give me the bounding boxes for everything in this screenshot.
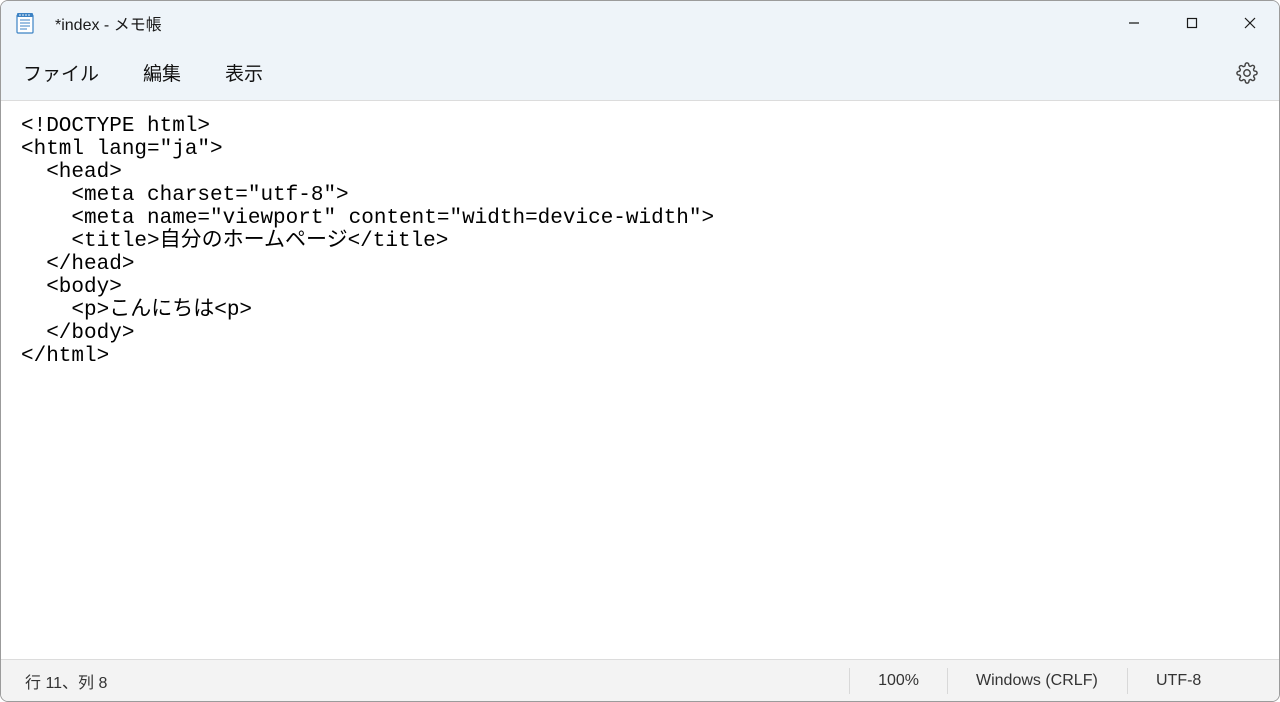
statusbar: 行 11、列 8 100% Windows (CRLF) UTF-8: [1, 659, 1279, 701]
titlebar[interactable]: *index - メモ帳: [1, 1, 1279, 45]
menubar: ファイル 編集 表示: [1, 45, 1279, 101]
maximize-button[interactable]: [1163, 1, 1221, 45]
window-title: *index - メモ帳: [55, 11, 162, 35]
menu-file[interactable]: ファイル: [9, 51, 113, 94]
status-zoom[interactable]: 100%: [849, 668, 947, 694]
text-editor[interactable]: <!DOCTYPE html> <html lang="ja"> <head> …: [1, 101, 1279, 659]
status-line-ending[interactable]: Windows (CRLF): [947, 668, 1127, 694]
status-encoding[interactable]: UTF-8: [1127, 668, 1267, 694]
status-cursor-position: 行 11、列 8: [13, 669, 107, 693]
notepad-icon: [13, 11, 37, 35]
gear-icon: [1236, 62, 1258, 84]
window-controls: [1105, 1, 1279, 45]
menu-edit[interactable]: 編集: [129, 51, 195, 94]
settings-button[interactable]: [1227, 53, 1267, 93]
menu-view[interactable]: 表示: [211, 51, 277, 94]
minimize-button[interactable]: [1105, 1, 1163, 45]
close-button[interactable]: [1221, 1, 1279, 45]
notepad-window: *index - メモ帳 ファイル 編集 表示: [0, 0, 1280, 702]
